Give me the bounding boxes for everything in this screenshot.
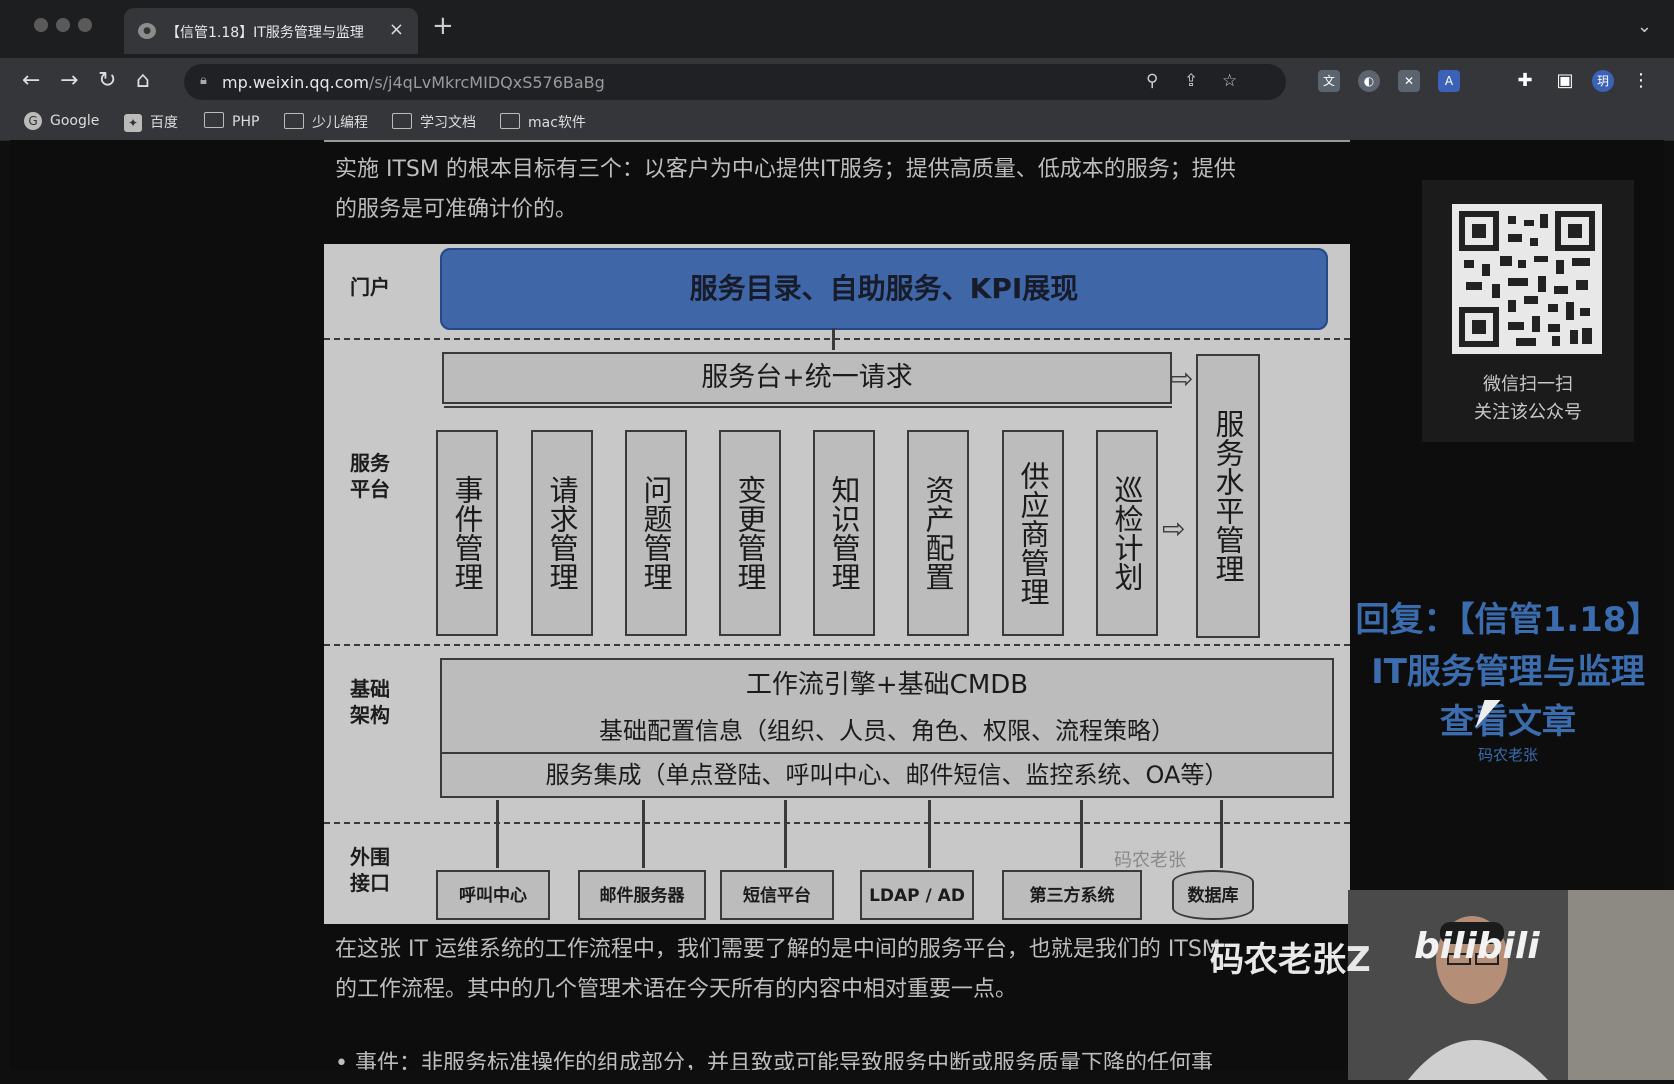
bookmarks-bar: G Google ✦ 百度 PHP 少儿编程 学习文档 mac软件 [0, 106, 1674, 141]
article-paragraph: 在这张 IT 运维系统的工作流程中，我们需要了解的是中间的服务平台，也就是我们的… [335, 937, 1221, 1002]
qr-caption: 微信扫一扫 [1483, 374, 1573, 395]
infra-row-config: 基础配置信息（组织、人员、角色、权限、流程策略） [440, 710, 1334, 754]
tab-search-button[interactable]: ⌄ [1637, 16, 1652, 37]
bookmark-baidu[interactable]: ✦ 百度 [124, 112, 178, 132]
double-arrow-icon [642, 800, 645, 868]
external-interface-label: 外围 接口 [350, 845, 390, 895]
interface-thirdparty: 第三方系统 [1002, 870, 1142, 920]
puzzle-extensions-icon[interactable]: ✚ [1514, 70, 1536, 92]
profile-avatar[interactable]: 玥 [1592, 70, 1614, 92]
servicedesk-box: 服务台+统一请求 [442, 352, 1172, 404]
process-problem: 问题管理 [625, 430, 687, 636]
process-supplier: 供应商管理 [1002, 430, 1064, 636]
interface-database: 数据库 [1172, 870, 1254, 920]
new-tab-button[interactable]: + [432, 13, 454, 39]
google-icon: G [24, 112, 42, 130]
process-request: 请求管理 [531, 430, 593, 636]
process-change: 变更管理 [719, 430, 781, 636]
infra-row-integration: 服务集成（单点登陆、呼叫中心、邮件短信、监控系统、OA等） [440, 754, 1334, 798]
home-button[interactable]: ⌂ [136, 68, 150, 93]
portal-label: 门户 [350, 275, 390, 299]
forward-button[interactable]: → [60, 68, 78, 93]
sla-box: 服务水平管理 [1196, 354, 1260, 638]
bookmark-kids-coding[interactable]: 少儿编程 [284, 112, 368, 132]
divider [324, 644, 1350, 646]
promo-title-text: IT服务管理与监理 [1371, 652, 1645, 692]
folder-icon [284, 113, 304, 129]
promo-cta-text: 查看文章 [1440, 702, 1576, 742]
connector [444, 406, 1172, 430]
tab-close-button[interactable]: × [389, 19, 404, 40]
folder-icon [392, 113, 412, 129]
share-icon[interactable]: ⇪ [1184, 71, 1198, 91]
portal-box: 服务目录、自助服务、KPI展现 [440, 248, 1328, 330]
extension-circle-icon[interactable]: ◐ [1358, 70, 1380, 92]
infra-row-workflow: 工作流引擎+基础CMDB [440, 658, 1334, 712]
back-button[interactable]: ← [22, 68, 40, 93]
zoom-icon[interactable]: ⚲ [1146, 71, 1158, 91]
interface-sms: 短信平台 [720, 870, 834, 920]
browser-tab[interactable]: ● 【信管1.18】IT服务管理与监理 × [124, 8, 418, 54]
promo-reply-text: 回复：【信管1.18】 [1355, 600, 1661, 640]
bookmark-google[interactable]: G Google [24, 112, 99, 130]
webcam-overlay [1348, 890, 1674, 1080]
folder-icon [204, 112, 224, 128]
article-paragraph: 实施 ITSM 的根本目标有三个：以客户为中心提供IT服务；提供高质量、低成本的… [335, 157, 1236, 222]
process-inspection: 巡检计划 [1096, 430, 1158, 636]
qr-code-panel: 微信扫一扫 关注该公众号 [1422, 180, 1634, 442]
double-arrow-icon [832, 328, 835, 350]
window-close-dot[interactable] [34, 18, 48, 32]
folder-icon [500, 113, 520, 129]
double-arrow-icon [928, 800, 931, 868]
bookmark-study-docs[interactable]: 学习文档 [392, 112, 476, 132]
divider [324, 338, 1350, 340]
url-text[interactable]: mp.weixin.qq.com/s/j4qLvMkrcMIDQxS576BaB… [222, 73, 605, 92]
uploader-watermark: 码农老张Z [1210, 940, 1371, 980]
qr-caption: 关注该公众号 [1474, 402, 1582, 423]
interface-callcenter: 呼叫中心 [436, 870, 550, 920]
bookmark-star-icon[interactable]: ☆ [1222, 71, 1237, 91]
browser-toolbar: ← → ↻ ⌂ 🔒︎ mp.weixin.qq.com/s/j4qLvMkrcM… [0, 58, 1674, 106]
interface-mailserver: 邮件服务器 [578, 870, 706, 920]
window-minimize-dot[interactable] [56, 18, 70, 32]
sidepanel-icon[interactable]: ▣ [1554, 70, 1576, 92]
promo-author-text: 码农老张 [1477, 746, 1538, 764]
divider [324, 140, 1350, 142]
qr-code-image [1452, 204, 1602, 354]
lock-icon[interactable]: 🔒︎ [200, 73, 207, 88]
arrow-right-icon: ⇨ [1162, 512, 1186, 545]
divider [324, 822, 1350, 824]
extension-x-icon[interactable]: ✕ [1398, 70, 1420, 92]
extension-a-icon[interactable]: A [1438, 70, 1460, 92]
process-knowledge: 知识管理 [813, 430, 875, 636]
article-list-item: • 事件：非服务标准操作的组成部分，并且致或可能导致服务中断或服务质量下降的任何… [335, 1051, 1213, 1070]
bookmark-php[interactable]: PHP [204, 112, 259, 130]
translate-extension-icon[interactable]: 文 [1318, 70, 1340, 92]
baidu-icon: ✦ [124, 114, 142, 132]
interface-ldap: LDAP / AD [860, 870, 974, 920]
wechat-icon: ● [138, 23, 156, 39]
address-bar[interactable]: 🔒︎ mp.weixin.qq.com/s/j4qLvMkrcMIDQxS576… [184, 64, 1286, 100]
reload-button[interactable]: ↻ [98, 68, 116, 93]
double-arrow-icon [1220, 800, 1223, 868]
tab-bar: ● 【信管1.18】IT服务管理与监理 × + ⌄ [0, 0, 1674, 58]
double-arrow-icon [496, 800, 499, 868]
process-asset: 资产配置 [907, 430, 969, 636]
bookmark-mac-software[interactable]: mac软件 [500, 112, 586, 132]
window-zoom-dot[interactable] [78, 18, 92, 32]
bilibili-logo: bilibili [1414, 926, 1540, 967]
infrastructure-label: 基础 架构 [350, 677, 390, 727]
itsm-diagram: 门户 服务目录、自助服务、KPI展现 服务 平台 服务台+统一请求 ⇨ 事件管理… [324, 244, 1350, 924]
double-arrow-icon [784, 800, 787, 868]
page-content: 实施 ITSM 的根本目标有三个：以客户为中心提供IT服务；提供高质量、低成本的… [10, 140, 1674, 1080]
tab-title: 【信管1.18】IT服务管理与监理 [166, 25, 364, 41]
figure-watermark: 码农老张 [1114, 850, 1186, 871]
process-incident: 事件管理 [436, 430, 498, 636]
arrow-right-icon: ⇨ [1170, 362, 1194, 395]
service-platform-label: 服务 平台 [350, 451, 390, 501]
double-arrow-icon [1080, 800, 1083, 868]
more-menu-icon[interactable]: ⋮ [1630, 70, 1652, 92]
